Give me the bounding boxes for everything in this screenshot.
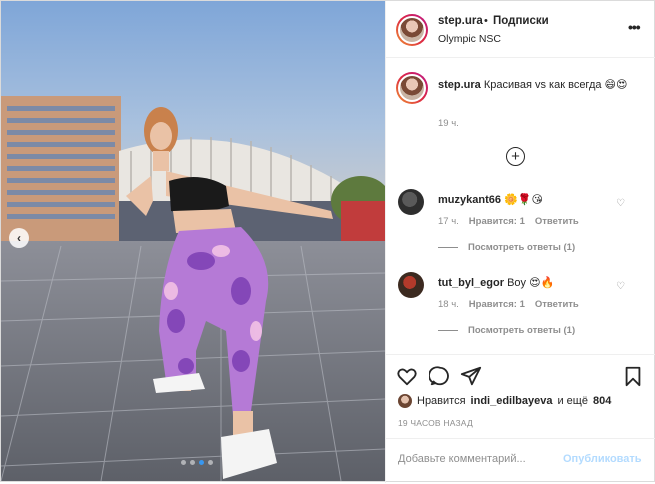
comment-text: Boy 😍🔥 bbox=[507, 277, 555, 289]
comment-text: 🌼🌹😘 bbox=[504, 194, 543, 206]
commenter-avatar[interactable] bbox=[398, 272, 424, 298]
post-container: ‹ step.ura • Подписки Olympic NSC ••• st… bbox=[0, 0, 655, 483]
carousel-prev-button[interactable]: ‹ bbox=[9, 228, 29, 248]
liked-by-username[interactable]: indi_edilbayeva bbox=[471, 395, 553, 407]
comment-time[interactable]: 17 ч. bbox=[438, 216, 459, 227]
reply-button[interactable]: Ответить bbox=[535, 216, 579, 227]
caption-username[interactable]: step.ura bbox=[438, 79, 481, 91]
comment-time[interactable]: 18 ч. bbox=[438, 299, 459, 310]
post-photo bbox=[1, 1, 385, 481]
post-media[interactable]: ‹ bbox=[1, 1, 385, 481]
comment-likes[interactable]: Нравится: 1 bbox=[469, 216, 525, 227]
comment-bubble-icon[interactable] bbox=[429, 365, 451, 387]
comment-username[interactable]: muzykant66 bbox=[438, 194, 501, 206]
likes-prefix: Нравится bbox=[417, 395, 466, 407]
view-replies-button[interactable]: Посмотреть ответы (1) bbox=[438, 242, 575, 253]
carousel-dots bbox=[181, 460, 213, 465]
post-location[interactable]: Olympic NSC bbox=[438, 33, 501, 45]
replies-divider bbox=[438, 247, 458, 248]
add-comment-row: Опубликовать bbox=[386, 438, 655, 484]
comment-body: muzykant66 🌼🌹😘 bbox=[438, 193, 618, 206]
post-side-panel: step.ura • Подписки Olympic NSC ••• step… bbox=[385, 1, 655, 483]
liker-avatar[interactable] bbox=[398, 394, 412, 408]
caption-time: 19 ч. bbox=[438, 118, 459, 129]
view-replies-label: Посмотреть ответы (1) bbox=[468, 242, 576, 253]
replies-divider bbox=[438, 330, 458, 331]
author-username[interactable]: step.ura bbox=[438, 15, 483, 27]
comment-meta: 17 ч. Нравится: 1 Ответить bbox=[438, 216, 579, 227]
post-header: step.ura • Подписки Olympic NSC ••• bbox=[386, 1, 655, 58]
post-actions: Нравится indi_edilbayeva и ещё 804 19 ЧА… bbox=[386, 354, 655, 484]
publish-button[interactable]: Опубликовать bbox=[563, 453, 642, 465]
comment-like-heart-icon[interactable]: ♡ bbox=[616, 198, 625, 209]
comment-body: tut_byl_egor Boy 😍🔥 bbox=[438, 276, 618, 289]
view-replies-label: Посмотреть ответы (1) bbox=[468, 325, 576, 336]
save-bookmark-icon[interactable] bbox=[622, 365, 644, 387]
caption-text: Красивая vs как всегда 😄😍 bbox=[483, 79, 628, 91]
comment-username[interactable]: tut_byl_egor bbox=[438, 277, 504, 289]
add-comment-input[interactable] bbox=[398, 453, 563, 465]
comment-item: muzykant66 🌼🌹😘 17 ч. Нравится: 1 Ответит… bbox=[386, 189, 655, 259]
carousel-dot bbox=[181, 460, 186, 465]
like-heart-icon[interactable] bbox=[396, 365, 418, 387]
load-more-comments-icon[interactable]: + bbox=[506, 147, 525, 166]
comment-like-heart-icon[interactable]: ♡ bbox=[616, 281, 625, 292]
carousel-dot-active bbox=[199, 460, 204, 465]
carousel-dot bbox=[208, 460, 213, 465]
commenter-avatar[interactable] bbox=[398, 189, 424, 215]
carousel-dot bbox=[190, 460, 195, 465]
following-button[interactable]: Подписки bbox=[493, 15, 549, 27]
comment-likes[interactable]: Нравится: 1 bbox=[469, 299, 525, 310]
likes-count[interactable]: 804 bbox=[593, 395, 611, 407]
author-avatar[interactable] bbox=[396, 14, 428, 46]
likes-summary: Нравится indi_edilbayeva и ещё 804 bbox=[398, 394, 611, 408]
likes-suffix: и ещё bbox=[557, 395, 588, 407]
comment-item: tut_byl_egor Boy 😍🔥 18 ч. Нравится: 1 От… bbox=[386, 272, 655, 342]
comment-meta: 18 ч. Нравится: 1 Ответить bbox=[438, 299, 579, 310]
share-direct-icon[interactable] bbox=[460, 365, 482, 387]
post-time-ago[interactable]: 19 ЧАСОВ НАЗАД bbox=[398, 418, 473, 428]
caption: step.ura Красивая vs как всегда 😄😍 bbox=[438, 77, 650, 93]
more-options-icon[interactable]: ••• bbox=[628, 19, 641, 35]
view-replies-button[interactable]: Посмотреть ответы (1) bbox=[438, 325, 575, 336]
reply-button[interactable]: Ответить bbox=[535, 299, 579, 310]
header-separator: • bbox=[484, 15, 488, 27]
caption-author-avatar[interactable] bbox=[396, 72, 428, 104]
